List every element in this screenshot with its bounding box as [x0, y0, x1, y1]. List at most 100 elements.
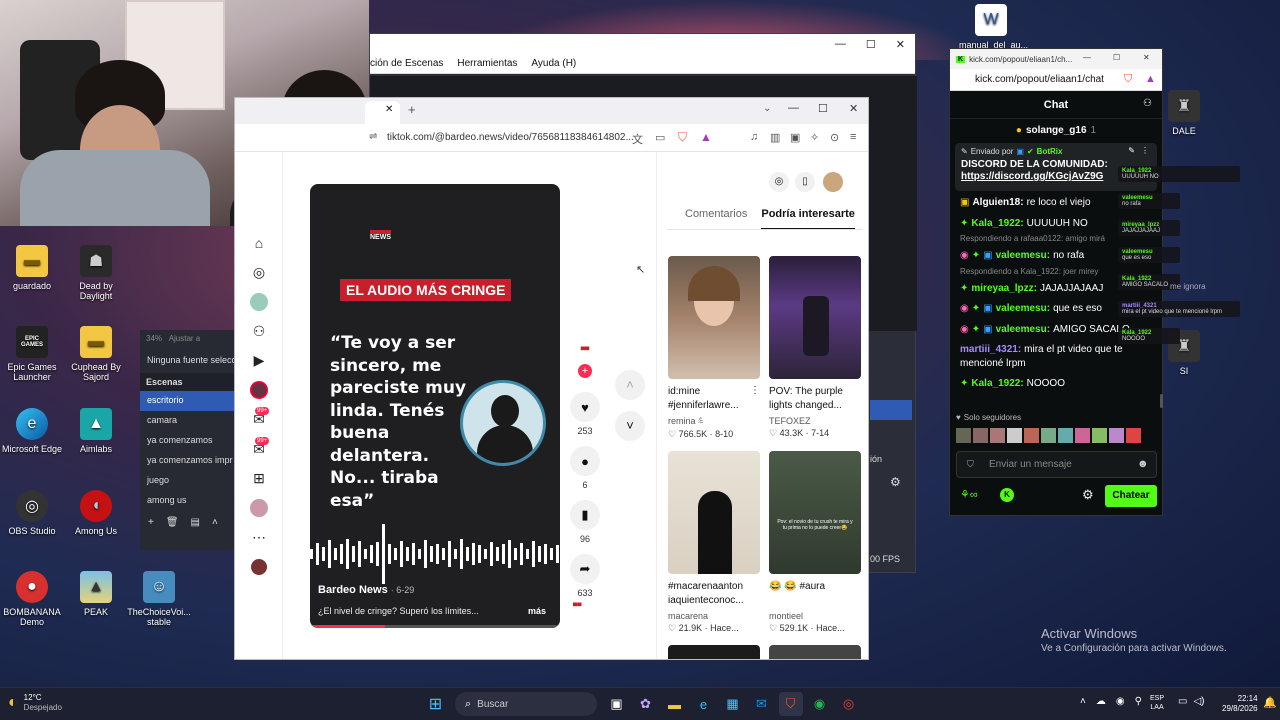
maximize-icon[interactable]: ☐ — [866, 38, 876, 51]
wifi-icon[interactable]: ◉ — [1116, 696, 1125, 707]
desktop-icon-epic[interactable]: EPIC GAMES Epic Games Launcher — [0, 326, 64, 382]
menu-tools[interactable]: Herramientas — [457, 58, 517, 69]
desktop-icon-aimlabs[interactable]: ▲ Aimlabs — [64, 408, 128, 454]
explore-icon[interactable]: ◎ — [235, 258, 283, 288]
heart-icon[interactable]: ♥ — [570, 392, 600, 422]
active-tab[interactable] — [365, 101, 400, 124]
copilot-icon[interactable]: ✿ — [634, 692, 658, 716]
notification-bell-icon[interactable]: 🔔 — [1263, 696, 1277, 709]
device-icon[interactable]: ▯ — [795, 172, 815, 192]
gift-icon[interactable]: ⚇ — [1143, 98, 1152, 109]
more-link[interactable]: más — [528, 606, 546, 616]
chevron-up-icon[interactable]: ˄ — [1080, 696, 1086, 707]
minimize-icon[interactable]: — — [1083, 53, 1091, 62]
file-explorer-icon[interactable]: ▬ — [663, 692, 687, 716]
follow-plus-icon[interactable]: + — [578, 364, 592, 378]
scene-item[interactable]: ya comenzamos — [140, 431, 236, 451]
scene-item[interactable]: juego — [140, 471, 236, 491]
live-icon[interactable]: ▶ — [235, 346, 283, 376]
desktop-icon-peak[interactable]: ▲ PEAK — [64, 571, 128, 617]
pinned-user[interactable]: BotRix — [1037, 147, 1063, 156]
tab-close-icon[interactable]: ✕ — [385, 104, 393, 115]
menu-help[interactable]: Ayuda (H) — [531, 58, 576, 69]
obs-settings-gear[interactable]: ⚙ — [890, 475, 901, 489]
unpin-icon[interactable]: ✎ — [1128, 146, 1135, 155]
vpn-icon[interactable]: ⊙ — [830, 131, 839, 144]
video-author[interactable]: Bardeo News — [318, 584, 388, 596]
compass-icon[interactable]: ◎ — [769, 172, 789, 192]
language-indicator[interactable]: ESP LAA — [1150, 694, 1164, 712]
add-icon[interactable]: + — [148, 517, 154, 528]
tab-comments[interactable]: Comentarios — [685, 208, 747, 230]
video-card[interactable]: Pov: el novio de tu crush te mira y tu p… — [769, 451, 861, 634]
music-icon[interactable]: ♫ — [750, 131, 758, 143]
scene-item[interactable]: ya comenzamos impr — [140, 451, 236, 471]
more-icon[interactable]: ⋯ — [235, 523, 283, 553]
taskbar-search[interactable]: ⌕ Buscar — [455, 692, 597, 716]
store-icon[interactable]: ▦ — [721, 692, 745, 716]
close-icon[interactable]: ✕ — [1143, 53, 1150, 62]
task-view-icon[interactable]: ▣ — [605, 692, 629, 716]
cast-icon[interactable]: ▭ — [655, 131, 665, 144]
maximize-icon[interactable]: ☐ — [1113, 53, 1120, 62]
trash-icon[interactable]: 🗑 — [166, 517, 179, 528]
brave-rewards-icon[interactable]: ▲ — [1145, 73, 1156, 85]
comment-icon[interactable]: ● — [570, 446, 600, 476]
top-gifter-name[interactable]: solange_g16 — [1026, 125, 1087, 136]
progress-bar[interactable] — [310, 625, 560, 628]
inbox-icon[interactable]: ✉ 99+ — [235, 435, 283, 465]
up-icon[interactable]: ˄ — [212, 517, 218, 528]
menu-scene-collection[interactable]: ción de Escenas — [370, 58, 443, 69]
new-tab-icon[interactable]: + — [408, 102, 416, 117]
kick-url-bar[interactable]: kick.com/popout/eliaan1/chat ⛉ ▲ — [950, 69, 1162, 91]
next-video-icon[interactable]: ˅ — [615, 411, 645, 441]
desktop-icon-obs[interactable]: ◎ OBS Studio — [0, 490, 64, 536]
prev-video-icon[interactable]: ˄ — [615, 370, 645, 400]
brave-shield-icon[interactable]: ⛉ — [1124, 73, 1132, 86]
network-icon[interactable]: ▭ — [1178, 696, 1187, 707]
settings-gear-icon[interactable]: ⚙ — [1082, 487, 1094, 503]
maximize-icon[interactable]: ☐ — [818, 102, 828, 115]
minimize-icon[interactable]: — — [788, 102, 799, 114]
scene-item[interactable]: escritorio — [140, 391, 236, 411]
desktop-icon-guardado[interactable]: ▬ guardado — [0, 245, 64, 291]
network-icon[interactable]: ☁ — [1096, 696, 1106, 707]
avatar[interactable] — [235, 553, 283, 583]
chrome-icon[interactable]: ◎ — [837, 692, 861, 716]
close-icon[interactable]: ✕ — [896, 38, 905, 51]
obs-mixer-selected[interactable] — [870, 400, 912, 420]
desktop-icon-manual[interactable]: Wmanual_del_au... — [959, 4, 1028, 50]
upload-icon[interactable]: ⊞ — [235, 464, 283, 494]
close-icon[interactable]: ✕ — [849, 102, 858, 115]
leo-icon[interactable]: ✧ — [810, 131, 819, 144]
volume-icon[interactable]: ◁) — [1193, 696, 1204, 707]
scene-item[interactable]: camara — [140, 411, 236, 431]
bookmark-icon[interactable]: ▮ — [570, 500, 600, 530]
edge-icon[interactable]: e — [692, 692, 716, 716]
video-card[interactable]: #macarenaanton iaquienteconoc... macaren… — [668, 451, 760, 634]
avatar[interactable] — [235, 287, 283, 317]
kick-k-icon[interactable]: K — [1000, 488, 1014, 502]
brave-rewards-icon[interactable]: ▲ — [700, 130, 712, 144]
start-icon[interactable]: ⊞ — [424, 692, 448, 716]
tab-recommended[interactable]: Podría interesarte — [761, 208, 855, 230]
avatar[interactable] — [823, 172, 843, 192]
desktop-icon-thechoice[interactable]: ☺ TheChoiceVoi... stable — [127, 571, 191, 627]
more-icon[interactable]: ⋮ — [1141, 146, 1149, 155]
avatar[interactable] — [235, 376, 283, 406]
video-card[interactable]: POV: The purple lights changed... TEFOXE… — [769, 256, 861, 439]
translate-icon[interactable]: 文 — [632, 131, 643, 147]
video-player[interactable]: NEWS EL AUDIO MÁS CRINGE “Te voy a ser s… — [310, 184, 560, 628]
desktop-icon-cuphead[interactable]: ▬ Cuphead By Sajord — [64, 326, 128, 382]
brave-shield-icon[interactable]: ⛉ — [678, 130, 687, 145]
card-more-icon[interactable]: ⋮ — [750, 385, 760, 396]
sidebar-icon[interactable]: ▥ — [770, 131, 780, 144]
url-text[interactable]: tiktok.com/@bardeo.news/video/7656811838… — [387, 132, 634, 143]
desktop-icon-bombanana[interactable]: ● BOMBANANA Demo — [0, 571, 64, 627]
video-card[interactable]: id:mine #jenniferlawre... remina ⩯ ♡ 766… — [668, 256, 760, 440]
share-icon[interactable]: ➦ — [570, 554, 600, 584]
desktop-icon-among-us[interactable]: ◖ Among Us — [64, 490, 128, 536]
outlook-icon[interactable]: ✉ — [750, 692, 774, 716]
wallet-icon[interactable]: ▣ — [790, 131, 800, 144]
chat-input[interactable]: ⛉ Enviar un mensaje ☻ — [956, 451, 1157, 478]
